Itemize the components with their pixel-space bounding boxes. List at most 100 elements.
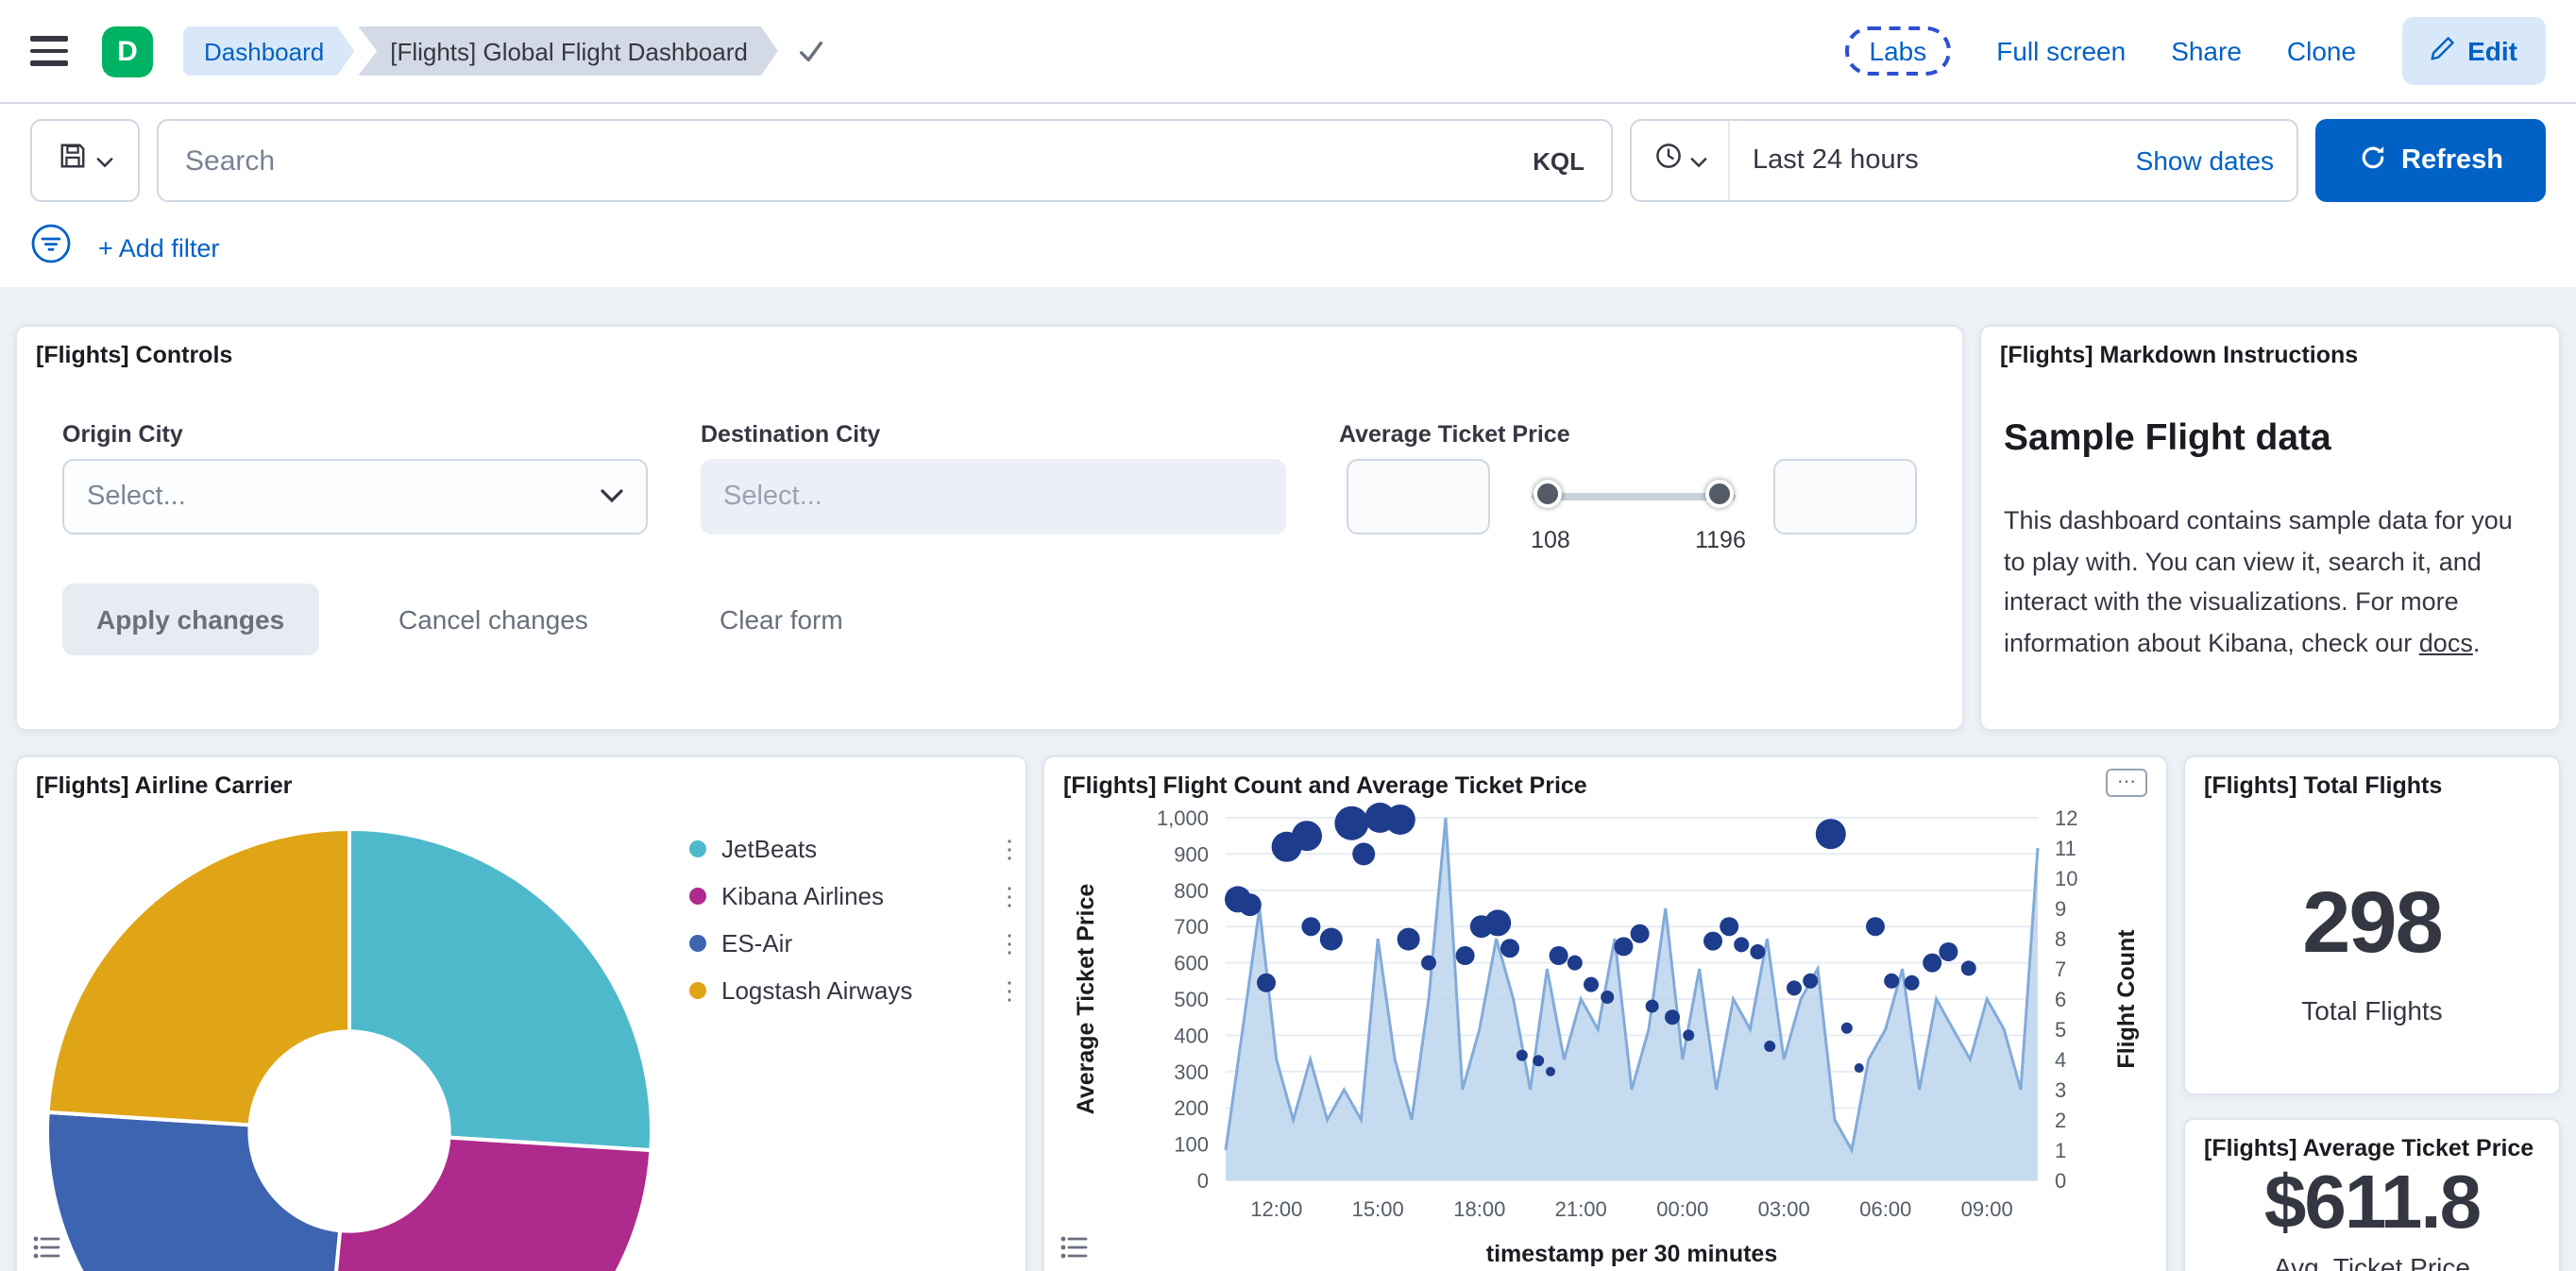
apply-changes-button[interactable]: Apply changes <box>62 584 319 655</box>
breadcrumb-current[interactable]: [Flights] Global Flight Dashboard <box>358 26 778 76</box>
ticket-price-bubble[interactable] <box>1601 991 1615 1004</box>
ticket-price-bubble[interactable] <box>1734 937 1750 953</box>
legend-toggle-icon[interactable] <box>1059 1233 1088 1262</box>
ticket-price-bubble[interactable] <box>1549 946 1568 965</box>
ticket-price-bubble[interactable] <box>1750 944 1766 959</box>
edit-button[interactable]: Edit <box>2401 17 2546 85</box>
ticket-price-bubble[interactable] <box>1960 960 1976 976</box>
ticket-price-bubble[interactable] <box>1567 955 1583 971</box>
avg-ticket-price-label: Avg. Ticket Price <box>2273 1252 2470 1271</box>
ticket-price-bubble[interactable] <box>1683 1029 1695 1042</box>
docs-link[interactable]: docs <box>2419 629 2473 657</box>
slider-handle-max[interactable] <box>1705 480 1734 508</box>
airline-legend: JetBeats ⋮ Kibana Airlines ⋮ ES-Air ⋮ Logstash… <box>689 825 1022 1014</box>
panel-options-button[interactable]: ⋯ <box>2106 769 2147 797</box>
legend-item[interactable]: ES-Air ⋮ <box>689 920 1022 967</box>
legend-item[interactable]: Kibana Airlines ⋮ <box>689 873 1022 920</box>
ticket-price-bubble[interactable] <box>1787 980 1802 996</box>
x-axis-tick: 21:00 <box>1555 1197 1607 1221</box>
saved-query-button[interactable] <box>30 119 140 202</box>
donut-slice-1[interactable] <box>347 826 653 1153</box>
x-axis-tick: 15:00 <box>1352 1197 1404 1221</box>
price-min-input[interactable] <box>1347 459 1490 534</box>
ticket-price-bubble[interactable] <box>1455 946 1475 965</box>
ticket-price-bubble[interactable] <box>1516 1049 1528 1061</box>
ticket-price-bubble[interactable] <box>1397 927 1420 951</box>
share-button[interactable]: Share <box>2171 36 2242 66</box>
ticket-price-bubble[interactable] <box>1500 939 1519 958</box>
ticket-price-bubble[interactable] <box>1854 1063 1864 1073</box>
left-axis-tick: 700 <box>1174 915 1209 939</box>
ticket-price-bubble[interactable] <box>1720 917 1739 937</box>
full-screen-button[interactable]: Full screen <box>1996 36 2126 66</box>
ticket-price-bubble[interactable] <box>1292 821 1322 852</box>
right-axis-tick: 5 <box>2055 1018 2066 1042</box>
clone-button[interactable]: Clone <box>2287 36 2356 66</box>
legend-options-icon[interactable]: ⋮ <box>997 834 1022 864</box>
ticket-price-bubble[interactable] <box>1803 973 1819 989</box>
ticket-price-bubble[interactable] <box>1484 909 1512 937</box>
x-axis-tick: 06:00 <box>1859 1197 1911 1221</box>
ticket-price-bubble[interactable] <box>1533 1055 1545 1067</box>
breadcrumb-dashboard[interactable]: Dashboard <box>183 26 354 76</box>
donut-slice-4[interactable] <box>45 826 351 1127</box>
ticket-price-bubble[interactable] <box>1614 937 1634 957</box>
legend-item[interactable]: JetBeats ⋮ <box>689 825 1022 873</box>
ticket-price-bubble[interactable] <box>1764 1041 1776 1052</box>
ticket-price-bubble[interactable] <box>1546 1066 1555 1076</box>
ticket-price-bubble[interactable] <box>1645 999 1659 1013</box>
ticket-price-bubble[interactable] <box>1884 973 1900 989</box>
origin-city-select[interactable]: Select... <box>62 459 648 534</box>
show-dates-link[interactable]: Show dates <box>2136 145 2296 176</box>
ticket-price-bubble[interactable] <box>1703 931 1722 951</box>
labs-button[interactable]: Labs <box>1844 26 1952 76</box>
ticket-price-bubble[interactable] <box>1257 973 1276 992</box>
ticket-price-bubble[interactable] <box>1630 924 1650 943</box>
panel-title: [Flights] Flight Count and Average Ticke… <box>1063 772 1587 799</box>
ticket-price-bubble[interactable] <box>1421 955 1436 971</box>
clear-form-button[interactable]: Clear form <box>720 584 843 655</box>
ticket-price-bubble[interactable] <box>1319 927 1343 951</box>
ticket-price-bubble[interactable] <box>1815 819 1846 850</box>
panel-title: [Flights] Average Ticket Price <box>2204 1135 2534 1161</box>
ticket-price-bubble[interactable] <box>1238 893 1262 917</box>
right-axis-tick: 4 <box>2055 1048 2066 1072</box>
price-min-value: 108 <box>1531 527 1570 553</box>
ticket-price-bubble[interactable] <box>1939 942 1958 961</box>
ticket-price-bubble[interactable] <box>1384 805 1415 835</box>
query-language-badge[interactable]: KQL <box>1533 146 1585 175</box>
filter-in-circle-icon[interactable] <box>30 223 72 274</box>
right-axis-title: Flight Count <box>2113 929 2140 1069</box>
time-picker-quick-button[interactable] <box>1632 121 1730 200</box>
space-avatar[interactable]: D <box>102 25 153 76</box>
legend-swatch <box>689 840 706 857</box>
ticket-price-bubble[interactable] <box>1923 953 1942 973</box>
slider-handle-min[interactable] <box>1534 480 1562 508</box>
legend-toggle-icon[interactable] <box>32 1233 60 1262</box>
refresh-icon <box>2358 143 2386 178</box>
add-filter-link[interactable]: + Add filter <box>98 234 219 263</box>
ticket-price-bubble[interactable] <box>1352 842 1376 866</box>
legend-options-icon[interactable]: ⋮ <box>997 881 1022 911</box>
menu-icon[interactable] <box>30 36 68 66</box>
refresh-button[interactable]: Refresh <box>2315 119 2546 202</box>
search-input[interactable] <box>185 144 1534 177</box>
left-axis-tick: 200 <box>1174 1096 1209 1120</box>
legend-options-icon[interactable]: ⋮ <box>997 928 1022 958</box>
ticket-price-bubble[interactable] <box>1866 917 1885 937</box>
ticket-price-bubble[interactable] <box>1584 976 1599 992</box>
donut-slice-2[interactable] <box>321 1135 653 1271</box>
cancel-changes-button[interactable]: Cancel changes <box>398 584 588 655</box>
ticket-price-bubble[interactable] <box>1840 1022 1853 1034</box>
destination-city-select[interactable]: Select... <box>701 459 1286 534</box>
ticket-price-bubble[interactable] <box>1665 1009 1680 1025</box>
donut-slice-3[interactable] <box>45 1110 343 1271</box>
dashboard-grid: [Flights] Controls Origin City Destinati… <box>0 287 2576 1271</box>
ticket-price-bubble[interactable] <box>1904 974 1920 991</box>
time-range-value[interactable]: Last 24 hours <box>1730 145 2136 176</box>
ticket-price-bubble[interactable] <box>1301 917 1321 937</box>
legend-options-icon[interactable]: ⋮ <box>997 975 1022 1006</box>
ticket-price-bubble[interactable] <box>1334 805 1369 840</box>
legend-item[interactable]: Logstash Airways ⋮ <box>689 967 1022 1014</box>
price-max-input[interactable] <box>1773 459 1917 534</box>
